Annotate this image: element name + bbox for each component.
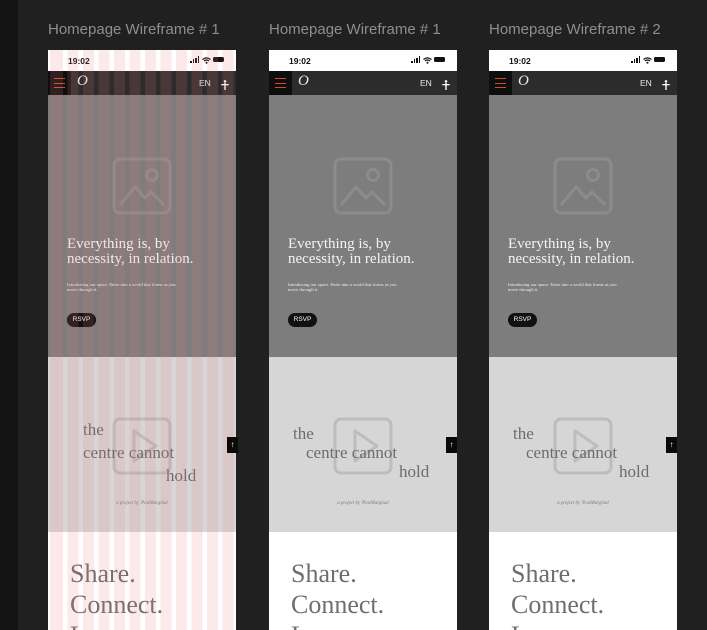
hero-subtitle: Introducing our space. Enter into a worl… — [288, 282, 397, 292]
project-title-line: centre cannot — [526, 443, 618, 462]
status-time: 19:02 — [289, 56, 311, 66]
nav-bar: O EN — [48, 71, 236, 95]
project-title-line: hold — [619, 462, 650, 481]
project-title-line: hold — [166, 466, 197, 485]
image-placeholder-icon — [553, 157, 613, 215]
share-section: Share. Connect. L — [269, 532, 457, 630]
share-heading-line: Share. — [511, 559, 577, 588]
signal-icon — [411, 56, 420, 63]
logo[interactable]: O — [77, 73, 88, 90]
image-placeholder-icon — [112, 157, 172, 215]
scroll-up-arrow-icon[interactable]: ↑ — [446, 437, 457, 453]
share-heading-line: L — [70, 620, 86, 630]
nav-bar: O EN — [269, 71, 457, 95]
hero-title: Everything is, by necessity, in relation. — [67, 236, 194, 267]
left-panel-edge — [0, 0, 18, 630]
frame-label[interactable]: Homepage Wireframe # 1 — [48, 21, 220, 38]
rsvp-button[interactable]: RSVP — [508, 313, 537, 327]
signal-icon — [190, 56, 199, 63]
hero-section: Everything is, by necessity, in relation.… — [489, 95, 677, 357]
status-time: 19:02 — [68, 56, 90, 66]
status-bar: 19:02 — [489, 50, 677, 71]
scroll-up-arrow-icon[interactable]: ↑ — [227, 437, 238, 453]
signal-icon — [631, 56, 640, 63]
person-icon[interactable] — [221, 77, 229, 95]
hero-subtitle: Introducing our space. Enter into a worl… — [67, 282, 176, 292]
language-button[interactable]: EN — [640, 78, 652, 88]
hamburger-menu-button[interactable] — [269, 71, 292, 95]
hero-section: Everything is, by necessity, in relation.… — [48, 95, 236, 357]
battery-icon — [654, 57, 665, 62]
person-icon[interactable] — [662, 77, 670, 95]
share-heading-line: L — [291, 620, 307, 630]
status-time: 19:02 — [509, 56, 531, 66]
hero-section: Everything is, by necessity, in relation.… — [269, 95, 457, 357]
image-placeholder-icon — [333, 157, 393, 215]
project-title-line: centre cannot — [83, 443, 175, 462]
person-icon[interactable] — [442, 77, 450, 95]
project-section: the centre cannot hold a project by 'Pos… — [269, 357, 457, 532]
rsvp-button[interactable]: RSVP — [288, 313, 317, 327]
logo[interactable]: O — [518, 73, 529, 90]
nav-bar: O EN — [489, 71, 677, 95]
language-button[interactable]: EN — [199, 78, 211, 88]
project-title-line: the — [293, 424, 314, 443]
status-icons — [631, 56, 665, 64]
share-section: Share. Connect. L — [48, 532, 236, 630]
share-section: Share. Connect. L — [489, 532, 677, 630]
project-section: the centre cannot hold a project by 'Pos… — [48, 357, 236, 532]
share-heading-line: Share. — [291, 559, 357, 588]
wireframe-frame[interactable]: 19:02 O EN Everything is, by necessity, i… — [489, 50, 677, 630]
wifi-icon — [423, 56, 432, 64]
project-title-line: the — [83, 420, 104, 439]
status-bar: 19:02 — [48, 50, 236, 71]
project-credit: a project by 'PostMarginal — [337, 501, 389, 506]
share-heading-line: L — [511, 620, 527, 630]
share-heading-line: Share. — [70, 559, 136, 588]
wireframe-frame[interactable]: 19:02 O EN Everything is, by necessity, i… — [48, 50, 236, 630]
share-heading-line: Connect. — [291, 590, 385, 619]
rsvp-button[interactable]: RSVP — [67, 313, 96, 327]
wireframe-frame[interactable]: 19:02 O EN Everything is, by necessity, i… — [269, 50, 457, 630]
frame-label[interactable]: Homepage Wireframe # 2 — [489, 21, 661, 38]
logo[interactable]: O — [298, 73, 309, 90]
wifi-icon — [202, 56, 211, 64]
frame-label[interactable]: Homepage Wireframe # 1 — [269, 21, 441, 38]
hero-title: Everything is, by necessity, in relation. — [288, 236, 415, 267]
hamburger-menu-button[interactable] — [489, 71, 512, 95]
share-heading-line: Connect. — [511, 590, 605, 619]
status-bar: 19:02 — [269, 50, 457, 71]
scroll-up-arrow-icon[interactable]: ↑ — [666, 437, 677, 453]
hero-title: Everything is, by necessity, in relation. — [508, 236, 635, 267]
project-title-line: hold — [399, 462, 430, 481]
language-button[interactable]: EN — [420, 78, 432, 88]
status-icons — [190, 56, 224, 64]
battery-icon — [434, 57, 445, 62]
hamburger-menu-button[interactable] — [48, 71, 71, 95]
project-title-line: centre cannot — [306, 443, 398, 462]
hero-subtitle: Introducing our space. Enter into a worl… — [508, 282, 617, 292]
project-section: the centre cannot hold a project by 'Pos… — [489, 357, 677, 532]
share-heading-line: Connect. — [70, 590, 164, 619]
project-credit: a project by 'PostMarginal — [557, 501, 609, 506]
battery-icon — [213, 57, 224, 62]
status-icons — [411, 56, 445, 64]
project-credit: a project by 'PostMarginal — [116, 501, 168, 506]
project-title-line: the — [513, 424, 534, 443]
wifi-icon — [643, 56, 652, 64]
